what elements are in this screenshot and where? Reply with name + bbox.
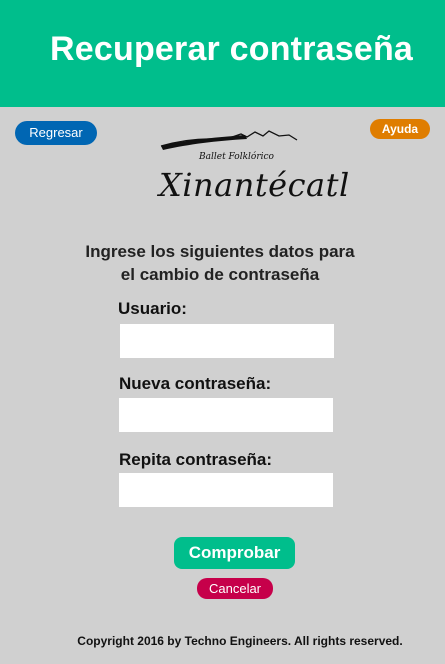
help-button[interactable]: Ayuda <box>370 119 430 139</box>
instructions-line-1: Ingrese los siguientes datos para <box>85 242 355 261</box>
new-password-input[interactable] <box>119 398 333 432</box>
back-button[interactable]: Regresar <box>15 121 97 145</box>
instructions-text: Ingrese los siguientes datos para el cam… <box>60 240 380 286</box>
logo-brand: Xinantécatl <box>159 166 350 204</box>
page-header: Recuperar contraseña <box>0 0 445 107</box>
username-label: Usuario: <box>118 299 187 318</box>
logo-subtitle: Ballet Folklórico <box>199 152 274 162</box>
footer-copyright: Copyright 2016 by Techno Engineers. All … <box>77 634 403 648</box>
repeat-password-input[interactable] <box>119 473 333 507</box>
cancel-button[interactable]: Cancelar <box>197 578 273 599</box>
submit-button[interactable]: Comprobar <box>174 537 295 569</box>
repeat-password-label: Repita contraseña: <box>119 450 273 469</box>
page-title: Recuperar contraseña <box>50 30 414 68</box>
instructions-line-2: el cambio de contraseña <box>120 265 320 284</box>
username-input[interactable] <box>120 324 334 358</box>
ballet-logo: Ballet Folklórico Xinantécatl <box>155 126 349 218</box>
new-password-label: Nueva contraseña: <box>119 374 272 393</box>
